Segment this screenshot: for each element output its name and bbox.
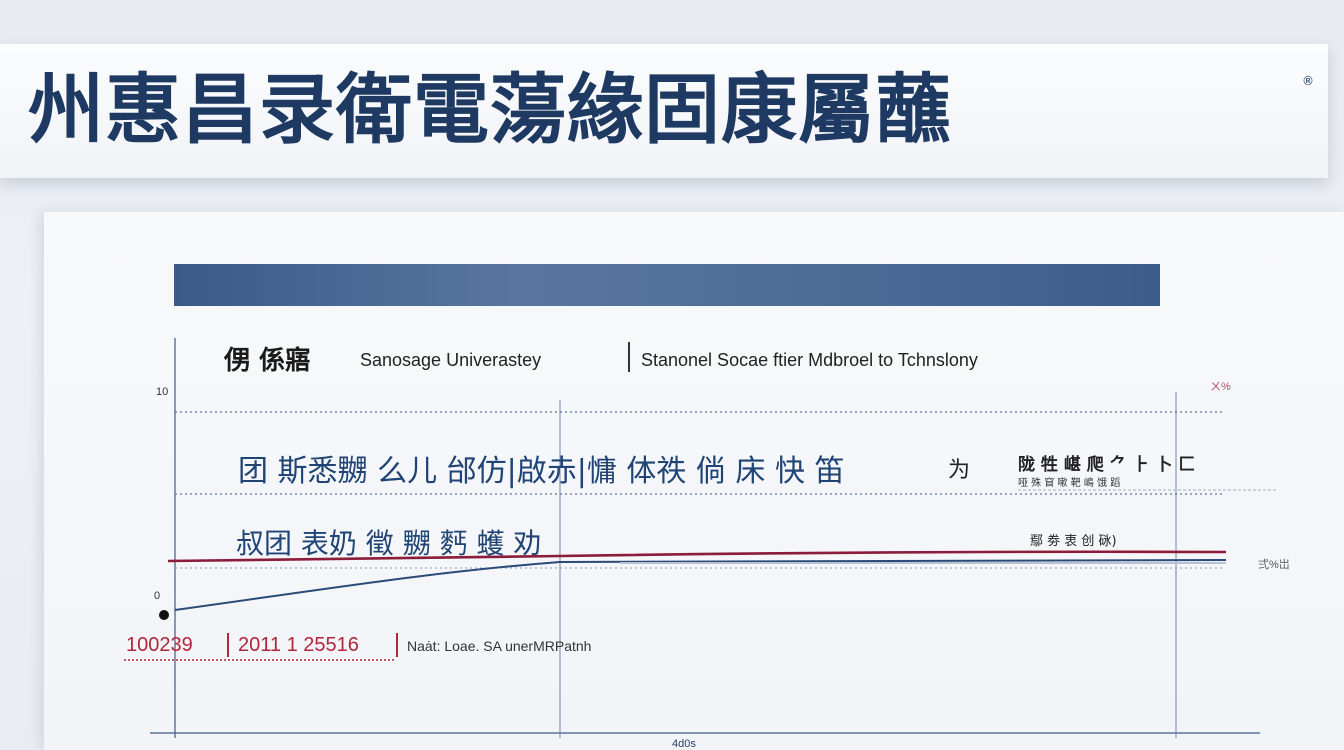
title-separator — [628, 342, 630, 372]
y-tick-top: 10 — [156, 386, 169, 398]
footer-pipe-1 — [227, 633, 229, 657]
side-label-2: 哑 殊 窅 嗽 靶 嶋 饿 蹈 — [1018, 478, 1121, 489]
side-label-1: 陇 牲 嵁 爬 ⺈ ⺊ 卜 匚 — [1018, 455, 1196, 475]
department-name: Stanonel Socae ftier Mdbroel to Tchnslon… — [641, 350, 978, 370]
footer-code: 100239 — [126, 634, 193, 656]
side-label-3: 鄢 劵 衷 创 砯) — [1030, 534, 1117, 549]
chart-lines — [124, 338, 1276, 738]
footer-date: 2011 1 25516 — [238, 634, 359, 656]
headline-1: 团 斯悉嬲 么儿 邰仿|啟赤|慵 体祑 倘 床 快 笛 — [238, 454, 845, 489]
headline-2: 叔团 表奶 徵 嬲 麫 蠖 劝 — [236, 527, 542, 560]
x-tick-bottom: 4d0s — [672, 738, 696, 750]
y-tick-bottom: 0 — [154, 590, 161, 602]
corner-annotation-top: ㄨ% — [1210, 381, 1231, 393]
origin-dot — [159, 610, 169, 620]
university-name: Sanosage Univerastey — [360, 350, 542, 370]
footer-pipe-2 — [396, 633, 398, 657]
side-mark: 为 — [948, 458, 971, 483]
corner-annotation-mid: 弍%岀 — [1258, 559, 1290, 571]
footer-name: Naȧt: Loae. SA unerMRPatnh — [407, 638, 592, 654]
cn-logo: 侽 係寤 — [224, 346, 312, 376]
